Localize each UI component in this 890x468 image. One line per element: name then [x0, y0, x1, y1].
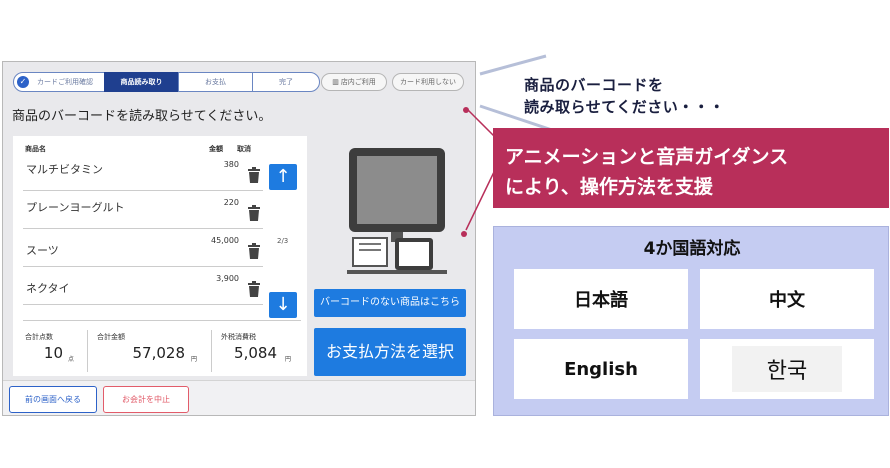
divider [23, 320, 301, 321]
table-row: ネクタイ 3,900 [23, 267, 263, 305]
banner-line2: により、操作方法を支援 [505, 176, 713, 198]
item-name: プレーンヨーグルト [26, 201, 125, 214]
card-none-pill[interactable]: カード利用しない [392, 73, 464, 91]
step-complete: 完了 [252, 72, 320, 92]
scan-instruction: 商品のバーコードを読み取らせてください。 [12, 109, 272, 124]
trash-icon[interactable] [247, 167, 261, 187]
step-label: カードご利用確認 [37, 78, 93, 86]
step-label: 商品読み取り [120, 78, 163, 86]
tray-icon: ▥ [332, 78, 339, 86]
lang-korean-label: 한국 [732, 346, 842, 392]
payment-method-button[interactable]: お支払方法を選択 [314, 328, 466, 376]
count-unit: 点 [68, 356, 75, 363]
page-indicator: 2/3 [277, 237, 289, 245]
step-scan-items: 商品読み取り [104, 72, 179, 92]
amount-value: 57,028 [132, 344, 186, 362]
lang-japanese: 日本語 [514, 269, 688, 329]
back-button[interactable]: 前の画面へ戻る [9, 386, 97, 413]
scroll-down-button[interactable]: ↓ [269, 292, 297, 318]
callout-line1: 商品のバーコードを [524, 76, 664, 94]
item-price: 220 [223, 198, 239, 207]
no-barcode-button[interactable]: バーコードのない商品はこちら [314, 289, 466, 317]
lang-korean: 한국 [700, 339, 874, 399]
item-name: マルチビタミン [26, 163, 103, 176]
store-use-label: 店内ご利用 [340, 78, 376, 86]
count-value: 10 [43, 344, 63, 362]
divider [87, 330, 88, 372]
cancel-checkout-button[interactable]: お会計を中止 [103, 386, 189, 413]
amount-unit: 円 [191, 356, 198, 363]
table-row: マルチビタミン 380 [23, 153, 263, 191]
table-row: スーツ 45,000 [23, 229, 263, 267]
tax-value: 5,084 [234, 344, 277, 362]
check-icon: ✓ [17, 76, 29, 88]
progress-steps: ✓ カードご利用確認 商品読み取り お支払 完了 [13, 72, 320, 92]
trash-icon[interactable] [247, 243, 261, 263]
count-label: 合計点数 [25, 333, 53, 341]
step-label: お支払 [205, 78, 226, 86]
amount-label: 合計金額 [97, 333, 125, 341]
lang-chinese: 中文 [700, 269, 874, 329]
step-card-confirm: ✓ カードご利用確認 [13, 72, 105, 92]
trash-icon[interactable] [247, 281, 261, 301]
item-name: スーツ [26, 244, 59, 257]
divider [211, 330, 212, 372]
item-price: 45,000 [211, 236, 239, 245]
table-row: プレーンヨーグルト 220 [23, 191, 263, 229]
lang-english: English [514, 339, 688, 399]
item-price: 380 [223, 160, 239, 169]
guidance-banner: アニメーションと音声ガイダンス により、操作方法を支援 [493, 128, 889, 208]
item-price: 3,900 [216, 274, 239, 283]
items-panel: 商品名 金額 取消 マルチビタミン 380 プレーンヨーグルト 220 スーツ … [13, 136, 307, 376]
kiosk-illustration-icon [347, 148, 447, 274]
pos-screen: ✓ カードご利用確認 商品読み取り お支払 完了 ▥ 店内ご利用 カード利用しな… [2, 61, 476, 416]
step-payment: お支払 [178, 72, 253, 92]
trash-icon[interactable] [247, 205, 261, 225]
tax-label: 外税消費税 [221, 333, 256, 341]
card-none-label: カード利用しない [400, 78, 456, 86]
callout-line2: 読み取らせてください・・・ [524, 98, 725, 116]
step-label: 完了 [279, 78, 293, 86]
footer-bar: 前の画面へ戻る お会計を中止 [3, 380, 475, 415]
store-use-pill[interactable]: ▥ 店内ご利用 [321, 73, 387, 91]
language-title: 4か国語対応 [643, 239, 741, 259]
banner-line1: アニメーションと音声ガイダンス [505, 146, 789, 168]
item-name: ネクタイ [26, 282, 70, 295]
scroll-up-button[interactable]: ↑ [269, 164, 297, 190]
language-box: 4か国語対応 日本語 中文 English 한국 [493, 226, 889, 416]
tax-unit: 円 [285, 356, 292, 363]
